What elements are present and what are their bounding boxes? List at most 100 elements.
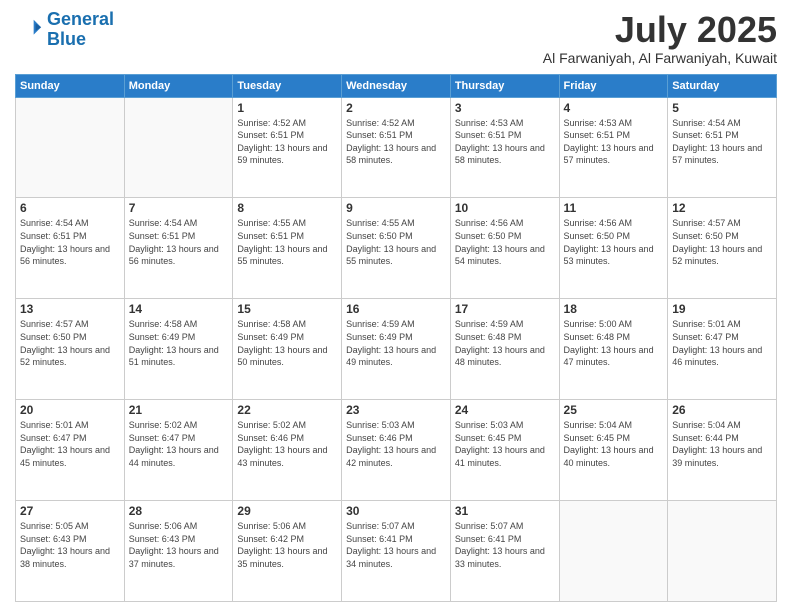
day-number: 7 [129,201,229,215]
day-number: 10 [455,201,555,215]
weekday-header-friday: Friday [559,74,668,97]
calendar-cell [124,97,233,198]
month-title: July 2025 [543,10,777,50]
calendar-header: SundayMondayTuesdayWednesdayThursdayFrid… [16,74,777,97]
day-info: Sunrise: 4:53 AM Sunset: 6:51 PM Dayligh… [455,117,555,167]
day-info: Sunrise: 5:07 AM Sunset: 6:41 PM Dayligh… [455,520,555,570]
day-number: 26 [672,403,772,417]
calendar-cell: 23 Sunrise: 5:03 AM Sunset: 6:46 PM Dayli… [342,400,451,501]
day-number: 28 [129,504,229,518]
weekday-header-thursday: Thursday [450,74,559,97]
calendar-cell: 20Sunrise: 5:01 AM Sunset: 6:47 PM Dayli… [16,400,125,501]
week-row-4: 20Sunrise: 5:01 AM Sunset: 6:47 PM Dayli… [16,400,777,501]
calendar-cell: 11 Sunrise: 4:56 AM Sunset: 6:50 PM Dayli… [559,198,668,299]
day-number: 18 [564,302,664,316]
weekday-header-saturday: Saturday [668,74,777,97]
calendar-cell: 2 Sunrise: 4:52 AM Sunset: 6:51 PM Daylig… [342,97,451,198]
day-info: Sunrise: 5:03 AM Sunset: 6:46 PM Dayligh… [346,419,446,469]
day-info: Sunrise: 5:03 AM Sunset: 6:45 PM Dayligh… [455,419,555,469]
calendar-table: SundayMondayTuesdayWednesdayThursdayFrid… [15,74,777,602]
day-info: Sunrise: 4:56 AM Sunset: 6:50 PM Dayligh… [455,217,555,267]
day-info: Sunrise: 4:57 AM Sunset: 6:50 PM Dayligh… [20,318,120,368]
calendar-cell: 3 Sunrise: 4:53 AM Sunset: 6:51 PM Daylig… [450,97,559,198]
calendar-cell: 16Sunrise: 4:59 AM Sunset: 6:49 PM Dayli… [342,299,451,400]
day-info: Sunrise: 5:01 AM Sunset: 6:47 PM Dayligh… [672,318,772,368]
day-info: Sunrise: 5:06 AM Sunset: 6:43 PM Dayligh… [129,520,229,570]
day-info: Sunrise: 4:54 AM Sunset: 6:51 PM Dayligh… [20,217,120,267]
day-number: 23 [346,403,446,417]
calendar-cell: 25 Sunrise: 5:04 AM Sunset: 6:45 PM Dayli… [559,400,668,501]
day-number: 29 [237,504,337,518]
day-info: Sunrise: 4:52 AM Sunset: 6:51 PM Dayligh… [346,117,446,167]
calendar-cell: 18Sunrise: 5:00 AM Sunset: 6:48 PM Dayli… [559,299,668,400]
weekday-header-monday: Monday [124,74,233,97]
week-row-1: 1Sunrise: 4:52 AM Sunset: 6:51 PM Daylig… [16,97,777,198]
calendar-cell: 7 Sunrise: 4:54 AM Sunset: 6:51 PM Daylig… [124,198,233,299]
day-number: 12 [672,201,772,215]
calendar-cell: 8 Sunrise: 4:55 AM Sunset: 6:51 PM Daylig… [233,198,342,299]
logo: General Blue [15,10,114,50]
calendar-body: 1Sunrise: 4:52 AM Sunset: 6:51 PM Daylig… [16,97,777,601]
day-info: Sunrise: 4:54 AM Sunset: 6:51 PM Dayligh… [129,217,229,267]
day-number: 22 [237,403,337,417]
calendar-cell: 26Sunrise: 5:04 AM Sunset: 6:44 PM Dayli… [668,400,777,501]
day-number: 2 [346,101,446,115]
calendar-cell: 21 Sunrise: 5:02 AM Sunset: 6:47 PM Dayli… [124,400,233,501]
day-number: 30 [346,504,446,518]
header: General Blue July 2025 Al Farwaniyah, Al… [15,10,777,66]
calendar-cell: 1Sunrise: 4:52 AM Sunset: 6:51 PM Daylig… [233,97,342,198]
calendar-cell: 22 Sunrise: 5:02 AM Sunset: 6:46 PM Dayli… [233,400,342,501]
day-info: Sunrise: 5:07 AM Sunset: 6:41 PM Dayligh… [346,520,446,570]
day-info: Sunrise: 4:55 AM Sunset: 6:50 PM Dayligh… [346,217,446,267]
calendar-cell: 13Sunrise: 4:57 AM Sunset: 6:50 PM Dayli… [16,299,125,400]
day-number: 21 [129,403,229,417]
calendar-cell [559,501,668,602]
day-number: 3 [455,101,555,115]
weekday-header-tuesday: Tuesday [233,74,342,97]
day-number: 25 [564,403,664,417]
day-number: 31 [455,504,555,518]
day-number: 27 [20,504,120,518]
day-number: 6 [20,201,120,215]
day-info: Sunrise: 5:02 AM Sunset: 6:47 PM Dayligh… [129,419,229,469]
day-number: 9 [346,201,446,215]
day-info: Sunrise: 4:58 AM Sunset: 6:49 PM Dayligh… [237,318,337,368]
calendar-cell: 9 Sunrise: 4:55 AM Sunset: 6:50 PM Daylig… [342,198,451,299]
calendar-cell [668,501,777,602]
weekday-header-sunday: Sunday [16,74,125,97]
calendar-cell [16,97,125,198]
day-info: Sunrise: 4:55 AM Sunset: 6:51 PM Dayligh… [237,217,337,267]
location-title: Al Farwaniyah, Al Farwaniyah, Kuwait [543,50,777,66]
day-info: Sunrise: 4:56 AM Sunset: 6:50 PM Dayligh… [564,217,664,267]
day-info: Sunrise: 4:59 AM Sunset: 6:49 PM Dayligh… [346,318,446,368]
day-number: 4 [564,101,664,115]
weekday-header-wednesday: Wednesday [342,74,451,97]
day-info: Sunrise: 4:59 AM Sunset: 6:48 PM Dayligh… [455,318,555,368]
day-info: Sunrise: 5:05 AM Sunset: 6:43 PM Dayligh… [20,520,120,570]
day-number: 5 [672,101,772,115]
calendar-cell: 19Sunrise: 5:01 AM Sunset: 6:47 PM Dayli… [668,299,777,400]
calendar-cell: 12 Sunrise: 4:57 AM Sunset: 6:50 PM Dayli… [668,198,777,299]
day-number: 11 [564,201,664,215]
day-info: Sunrise: 4:54 AM Sunset: 6:51 PM Dayligh… [672,117,772,167]
calendar-cell: 6 Sunrise: 4:54 AM Sunset: 6:51 PM Daylig… [16,198,125,299]
calendar-cell: 27 Sunrise: 5:05 AM Sunset: 6:43 PM Dayli… [16,501,125,602]
title-block: July 2025 Al Farwaniyah, Al Farwaniyah, … [543,10,777,66]
day-number: 24 [455,403,555,417]
logo-icon [15,16,43,44]
day-info: Sunrise: 5:02 AM Sunset: 6:46 PM Dayligh… [237,419,337,469]
calendar-cell: 4Sunrise: 4:53 AM Sunset: 6:51 PM Daylig… [559,97,668,198]
day-number: 8 [237,201,337,215]
day-number: 15 [237,302,337,316]
day-number: 14 [129,302,229,316]
day-info: Sunrise: 4:57 AM Sunset: 6:50 PM Dayligh… [672,217,772,267]
weekday-row: SundayMondayTuesdayWednesdayThursdayFrid… [16,74,777,97]
day-info: Sunrise: 5:06 AM Sunset: 6:42 PM Dayligh… [237,520,337,570]
calendar-cell: 15 Sunrise: 4:58 AM Sunset: 6:49 PM Dayli… [233,299,342,400]
calendar-cell: 30 Sunrise: 5:07 AM Sunset: 6:41 PM Dayli… [342,501,451,602]
week-row-5: 27 Sunrise: 5:05 AM Sunset: 6:43 PM Dayli… [16,501,777,602]
calendar-cell: 5 Sunrise: 4:54 AM Sunset: 6:51 PM Daylig… [668,97,777,198]
calendar-cell: 29 Sunrise: 5:06 AM Sunset: 6:42 PM Dayli… [233,501,342,602]
week-row-2: 6 Sunrise: 4:54 AM Sunset: 6:51 PM Daylig… [16,198,777,299]
day-info: Sunrise: 5:04 AM Sunset: 6:45 PM Dayligh… [564,419,664,469]
